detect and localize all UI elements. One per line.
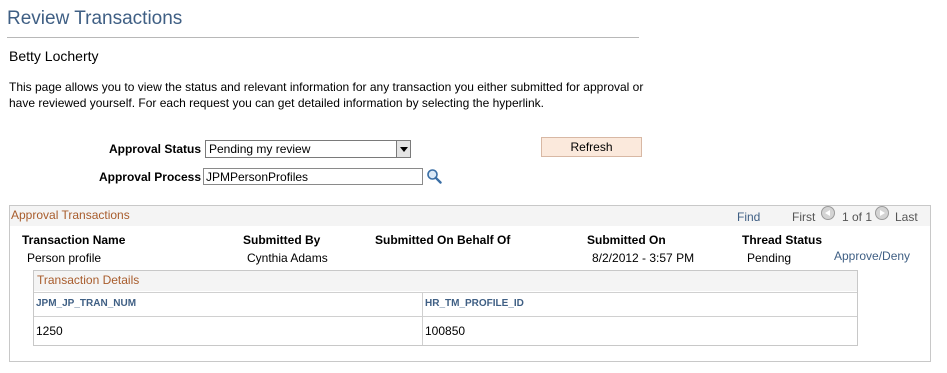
col-header-thread-status: Thread Status xyxy=(742,233,823,247)
row-count: 1 of 1 xyxy=(842,210,873,224)
magnifier-icon[interactable] xyxy=(426,168,442,184)
first-link[interactable]: First xyxy=(792,210,815,224)
cell-jpm-jp-tran-num: 1250 xyxy=(34,317,423,345)
approve-deny-link[interactable]: Approve/Deny xyxy=(834,249,910,263)
find-link[interactable]: Find xyxy=(737,210,760,224)
page-description-line-2: have reviewed yourself. For each request… xyxy=(9,96,544,110)
cell-transaction-name: Person profile xyxy=(27,251,102,265)
details-header-bar xyxy=(34,271,857,291)
page-title: Review Transactions xyxy=(7,8,183,29)
title-divider xyxy=(7,37,639,38)
page-description-line-1: This page allows you to view the status … xyxy=(9,80,644,94)
approval-status-select[interactable]: Pending my review xyxy=(205,140,411,158)
user-name: Betty Locherty xyxy=(9,48,99,64)
col-header-submitted-by: Submitted By xyxy=(243,233,321,247)
col-header-transaction-name: Transaction Name xyxy=(22,233,126,247)
approval-status-value: Pending my review xyxy=(209,142,311,156)
last-link[interactable]: Last xyxy=(895,210,918,224)
details-title: Transaction Details xyxy=(37,273,140,287)
col-header-jpm-jp-tran-num[interactable]: JPM_JP_TRAN_NUM xyxy=(34,292,423,317)
approval-process-input[interactable]: JPMPersonProfiles xyxy=(203,168,423,185)
col-header-submitted-on: Submitted On xyxy=(587,233,666,247)
col-header-hr-tm-profile-id[interactable]: HR_TM_PROFILE_ID xyxy=(423,292,857,317)
dropdown-arrow-icon[interactable] xyxy=(396,141,410,157)
circle-left-arrow-icon[interactable] xyxy=(821,206,835,220)
grid-title: Approval Transactions xyxy=(11,208,130,222)
approval-process-label: Approval Process xyxy=(98,170,201,184)
circle-right-arrow-icon[interactable] xyxy=(875,206,889,220)
approval-status-label: Approval Status xyxy=(108,142,201,156)
cell-submitted-by: Cynthia Adams xyxy=(247,251,328,265)
cell-thread-status: Pending xyxy=(747,251,792,265)
cell-submitted-on: 8/2/2012 - 3:57 PM xyxy=(592,251,695,265)
refresh-button[interactable]: Refresh xyxy=(541,137,642,157)
page-description: This page allows you to view the status … xyxy=(9,79,669,111)
cell-hr-tm-profile-id: 100850 xyxy=(425,324,466,338)
col-header-submitted-on-behalf-of: Submitted On Behalf Of xyxy=(375,233,511,247)
